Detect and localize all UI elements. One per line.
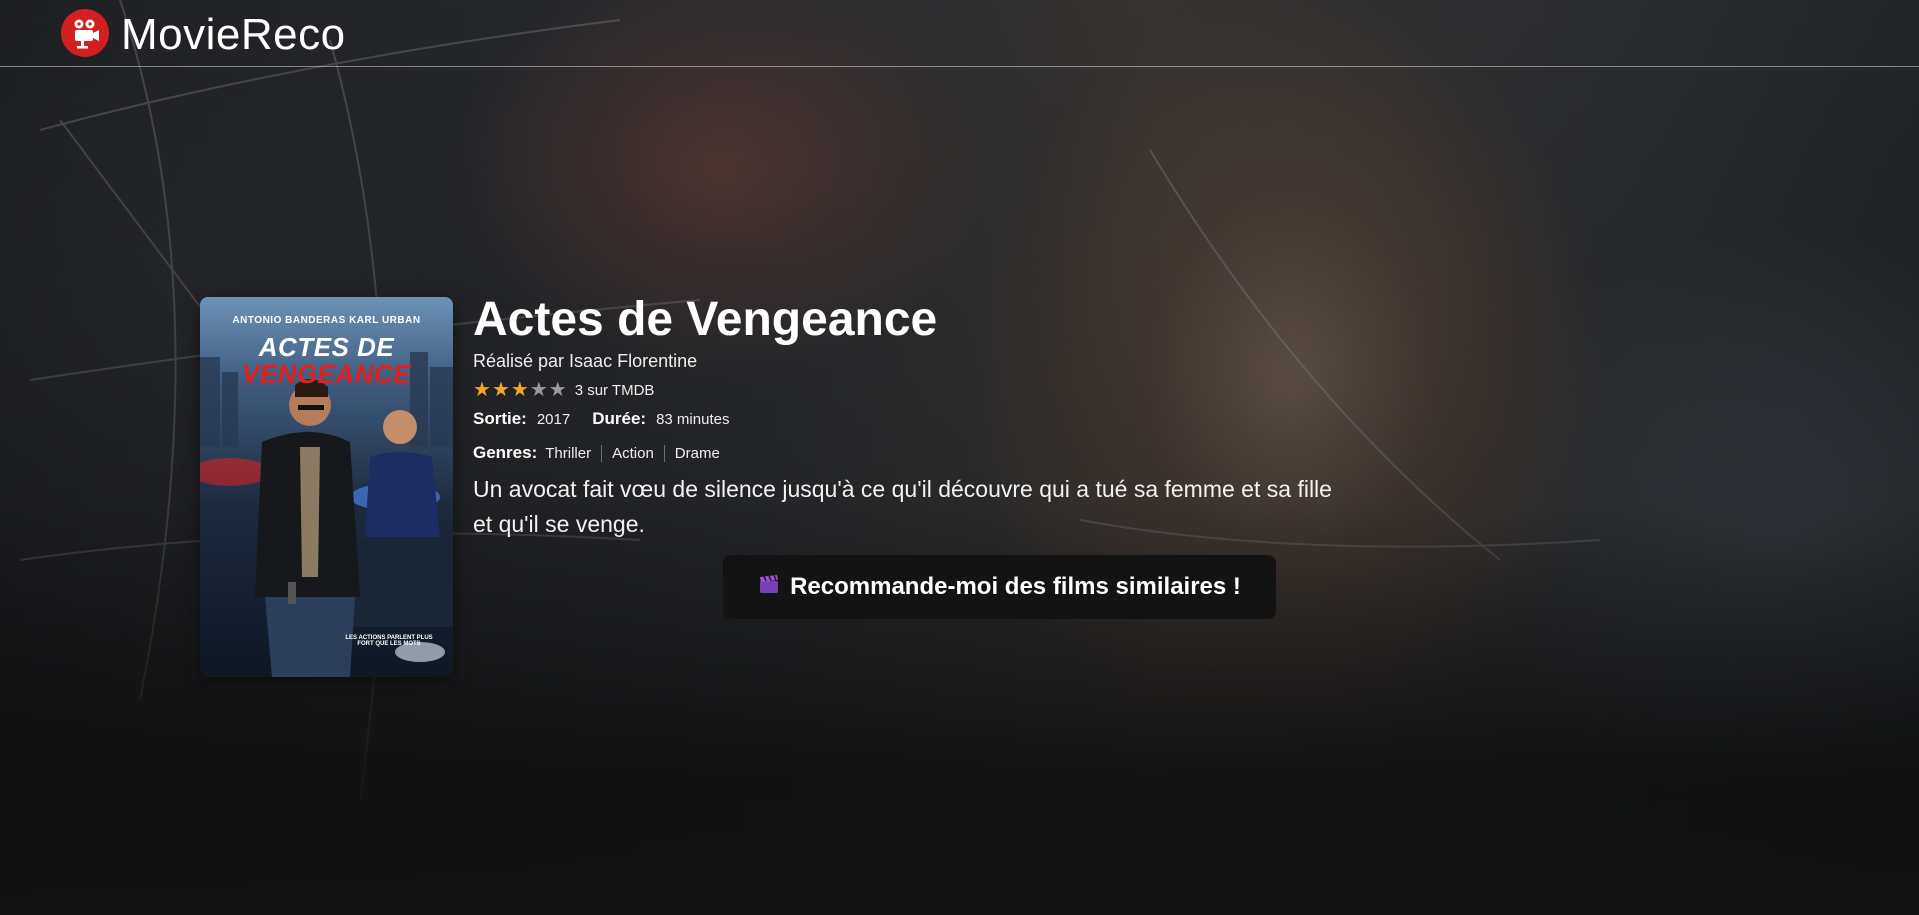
poster-title-line2: VENGEANCE — [241, 359, 412, 389]
genre-tag: Action — [601, 444, 664, 462]
app-logo-text[interactable]: MovieReco — [121, 9, 346, 61]
poster-tagline: LES ACTIONS PARLENT PLUS FORT QUE LES MO… — [345, 635, 433, 647]
genres-label: Genres: — [473, 443, 538, 462]
star-empty-icon: ★ — [548, 379, 567, 401]
director-line: Réalisé par Isaac Florentine — [473, 351, 698, 371]
star-filled-icon: ★ — [491, 379, 510, 401]
top-nav: MovieReco — [0, 0, 1919, 67]
rating: ★ ★ ★ ★ ★ 3 sur TMDB — [473, 380, 654, 400]
release-duration-row: Sortie: 2017 Durée: 83 minutes — [473, 409, 751, 431]
duration-label: Durée: — [592, 409, 647, 428]
star-empty-icon: ★ — [529, 379, 548, 401]
duration-value: 83 minutes — [656, 411, 730, 428]
film-camera-icon[interactable] — [61, 9, 109, 57]
release-value: 2017 — [536, 411, 571, 428]
poster-actors: ANTONIO BANDERAS KARL URBAN — [232, 315, 421, 326]
recommend-similar-button[interactable]: Recommande-moi des films similaires ! — [723, 555, 1276, 619]
synopsis: Un avocat fait vœu de silence jusqu'à ce… — [473, 476, 1332, 537]
clapperboard-icon — [758, 573, 780, 602]
genre-tag: Thriller — [545, 444, 592, 462]
star-filled-icon: ★ — [510, 379, 529, 401]
movie-title: Actes de Vengeance — [473, 293, 938, 346]
genres-row: Genres: Thriller Action Drame — [473, 441, 730, 465]
movie-poster: ANTONIO BANDERAS KARL URBAN ACTES DE VEN… — [200, 297, 453, 677]
genre-tag: Drame — [663, 444, 730, 462]
recommend-button-label: Recommande-moi des films similaires ! — [790, 573, 1241, 600]
star-filled-icon: ★ — [473, 379, 491, 401]
release-label: Sortie: — [473, 409, 527, 428]
rating-text: 3 sur TMDB — [574, 381, 655, 399]
rating-stars: ★ ★ ★ ★ ★ — [473, 380, 567, 400]
